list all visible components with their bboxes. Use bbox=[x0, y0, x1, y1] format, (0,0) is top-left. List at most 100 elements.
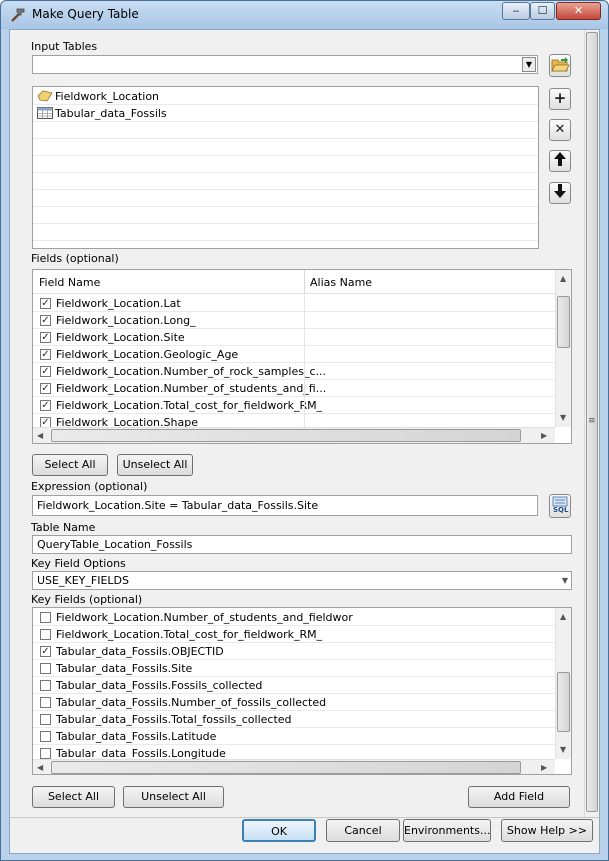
browse-folder-button[interactable] bbox=[549, 54, 571, 77]
select-all-label: Select All bbox=[44, 458, 96, 471]
list-item bbox=[33, 139, 538, 156]
key-field-options-select[interactable]: USE_KEY_FIELDS ▼ bbox=[32, 571, 572, 590]
row-checkbox[interactable]: ✓ bbox=[40, 332, 51, 343]
fields-horizontal-scrollbar[interactable]: ◀ ▶ bbox=[33, 427, 555, 443]
key-field-options-label: Key Field Options bbox=[31, 557, 126, 570]
maximize-icon: ☐ bbox=[537, 4, 548, 17]
show-help-button[interactable]: Show Help >> bbox=[501, 819, 593, 842]
move-down-button[interactable] bbox=[549, 182, 571, 204]
field-row[interactable]: ✓ Fieldwork_Location.Geologic_Age bbox=[33, 346, 555, 363]
list-item[interactable]: Tabular_data_Fossils bbox=[33, 105, 538, 122]
sql-builder-button[interactable]: SQL bbox=[549, 494, 571, 518]
fields-vertical-scrollbar[interactable]: ▲ ▼ bbox=[555, 270, 571, 427]
key-field-row[interactable]: Tabular_data_Fossils.Longitude bbox=[33, 745, 555, 759]
row-checkbox[interactable] bbox=[40, 612, 51, 623]
cancel-button[interactable]: Cancel bbox=[326, 819, 400, 842]
column-header-field-name[interactable]: Field Name bbox=[39, 276, 100, 289]
row-checkbox[interactable]: ✓ bbox=[40, 298, 51, 309]
row-label: Tabular_data_Fossils.Longitude bbox=[56, 747, 226, 759]
field-row[interactable]: ✓ Fieldwork_Location.Total_cost_for_field… bbox=[33, 397, 555, 414]
row-label: Tabular_data_Fossils.OBJECTID bbox=[56, 645, 224, 658]
column-header-alias-name[interactable]: Alias Name bbox=[310, 276, 372, 289]
close-button[interactable]: ✕ bbox=[556, 2, 601, 20]
chevron-down-icon[interactable]: ▼ bbox=[562, 576, 568, 586]
fields-header: Field Name Alias Name bbox=[33, 270, 555, 294]
dialog-scrollbar[interactable]: ≡ bbox=[584, 30, 599, 817]
scroll-thumb[interactable] bbox=[51, 429, 521, 442]
fields-grid[interactable]: Field Name Alias Name ✓ Fieldwork_Locatio… bbox=[32, 269, 572, 444]
scroll-down-icon: ▼ bbox=[560, 745, 567, 754]
minimize-button[interactable]: ‒ bbox=[502, 2, 530, 20]
column-divider bbox=[304, 363, 305, 380]
row-checkbox[interactable] bbox=[40, 697, 51, 708]
field-row[interactable]: ✓ Fieldwork_Location.Number_of_students_a… bbox=[33, 380, 555, 397]
fields-select-all-button[interactable]: Select All bbox=[32, 454, 108, 476]
key-unselect-all-button[interactable]: Unselect All bbox=[123, 786, 224, 808]
input-tables-list[interactable]: Fieldwork_Location Tabular_data_Fossils bbox=[32, 86, 539, 249]
row-checkbox[interactable] bbox=[40, 714, 51, 725]
column-divider bbox=[304, 312, 305, 329]
key-fields-rows: Fieldwork_Location.Number_of_students_an… bbox=[33, 609, 555, 759]
expression-label: Expression (optional) bbox=[31, 480, 148, 493]
row-checkbox[interactable] bbox=[40, 629, 51, 640]
expression-field[interactable]: Fieldwork_Location.Site = Tabular_data_F… bbox=[32, 495, 538, 516]
scroll-thumb[interactable] bbox=[557, 672, 570, 732]
list-item bbox=[33, 224, 538, 241]
sql-label: SQL bbox=[553, 506, 569, 514]
row-checkbox[interactable] bbox=[40, 663, 51, 674]
row-checkbox[interactable] bbox=[40, 748, 51, 759]
field-row[interactable]: ✓ Fieldwork_Location.Long_ bbox=[33, 312, 555, 329]
row-checkbox[interactable] bbox=[40, 680, 51, 691]
row-checkbox[interactable] bbox=[40, 731, 51, 742]
window-title: Make Query Table bbox=[32, 7, 139, 21]
row-checkbox[interactable]: ✓ bbox=[40, 400, 51, 411]
key-fields-horizontal-scrollbar[interactable]: ◀ ▶ bbox=[33, 759, 555, 774]
hammer-icon bbox=[9, 6, 27, 24]
remove-table-button[interactable]: ✕ bbox=[549, 119, 571, 141]
title-bar: Make Query Table ‒ ☐ ✕ bbox=[1, 1, 608, 29]
key-field-row[interactable]: Tabular_data_Fossils.Total_fossils_colle… bbox=[33, 711, 555, 728]
row-checkbox[interactable]: ✓ bbox=[40, 349, 51, 360]
key-field-row[interactable]: Tabular_data_Fossils.Site bbox=[33, 660, 555, 677]
key-fields-list[interactable]: Fieldwork_Location.Number_of_students_an… bbox=[32, 607, 572, 775]
fields-rows: ✓ Fieldwork_Location.Lat ✓ Fieldwork_Locati… bbox=[33, 295, 555, 427]
environments-label: Environments... bbox=[404, 824, 491, 837]
key-field-row[interactable]: Tabular_data_Fossils.Number_of_fossils_c… bbox=[33, 694, 555, 711]
scroll-thumb[interactable] bbox=[51, 761, 521, 774]
row-checkbox[interactable]: ✓ bbox=[40, 383, 51, 394]
table-name-label: Table Name bbox=[31, 521, 96, 534]
add-table-button[interactable]: + bbox=[549, 88, 571, 110]
key-field-row[interactable]: Tabular_data_Fossils.Fossils_collected bbox=[33, 677, 555, 694]
field-row[interactable]: ✓ Fieldwork_Location.Site bbox=[33, 329, 555, 346]
row-checkbox[interactable]: ✓ bbox=[40, 366, 51, 377]
field-row[interactable]: ✓ Fieldwork_Location.Shape bbox=[33, 414, 555, 427]
scroll-thumb[interactable] bbox=[557, 296, 570, 348]
key-field-row[interactable]: Fieldwork_Location.Number_of_students_an… bbox=[33, 609, 555, 626]
key-fields-vertical-scrollbar[interactable]: ▲ ▼ bbox=[555, 608, 571, 759]
field-row[interactable]: ✓ Fieldwork_Location.Number_of_rock_sampl… bbox=[33, 363, 555, 380]
show-help-label: Show Help >> bbox=[506, 824, 588, 837]
environments-button[interactable]: Environments... bbox=[403, 819, 491, 842]
key-field-row[interactable]: Tabular_data_Fossils.Latitude bbox=[33, 728, 555, 745]
close-icon: ✕ bbox=[573, 4, 584, 17]
maximize-button[interactable]: ☐ bbox=[530, 2, 555, 20]
move-up-button[interactable] bbox=[549, 150, 571, 172]
ok-button[interactable]: OK bbox=[242, 819, 316, 842]
field-row[interactable]: ✓ Fieldwork_Location.Lat bbox=[33, 295, 555, 312]
row-checkbox[interactable]: ✓ bbox=[40, 315, 51, 326]
fields-unselect-all-button[interactable]: Unselect All bbox=[117, 454, 193, 476]
row-checkbox[interactable]: ✓ bbox=[40, 646, 51, 657]
combo-dropdown-button[interactable]: ▼ bbox=[522, 57, 536, 72]
row-checkbox[interactable]: ✓ bbox=[40, 417, 51, 427]
key-field-row[interactable]: ✓ Tabular_data_Fossils.OBJECTID bbox=[33, 643, 555, 660]
add-field-button[interactable]: Add Field bbox=[468, 786, 570, 808]
input-tables-combo[interactable]: ▼ bbox=[32, 55, 538, 74]
expression-value: Fieldwork_Location.Site = Tabular_data_F… bbox=[37, 499, 319, 512]
scroll-left-icon: ◀ bbox=[37, 763, 44, 772]
key-field-row[interactable]: Fieldwork_Location.Total_cost_for_fieldw… bbox=[33, 626, 555, 643]
row-label: Fieldwork_Location.Number_of_students_an… bbox=[56, 611, 353, 624]
table-name-field[interactable]: QueryTable_Location_Fossils bbox=[32, 535, 572, 554]
list-item[interactable]: Fieldwork_Location bbox=[33, 88, 538, 105]
key-select-all-button[interactable]: Select All bbox=[32, 786, 115, 808]
feature-class-icon bbox=[37, 90, 53, 105]
